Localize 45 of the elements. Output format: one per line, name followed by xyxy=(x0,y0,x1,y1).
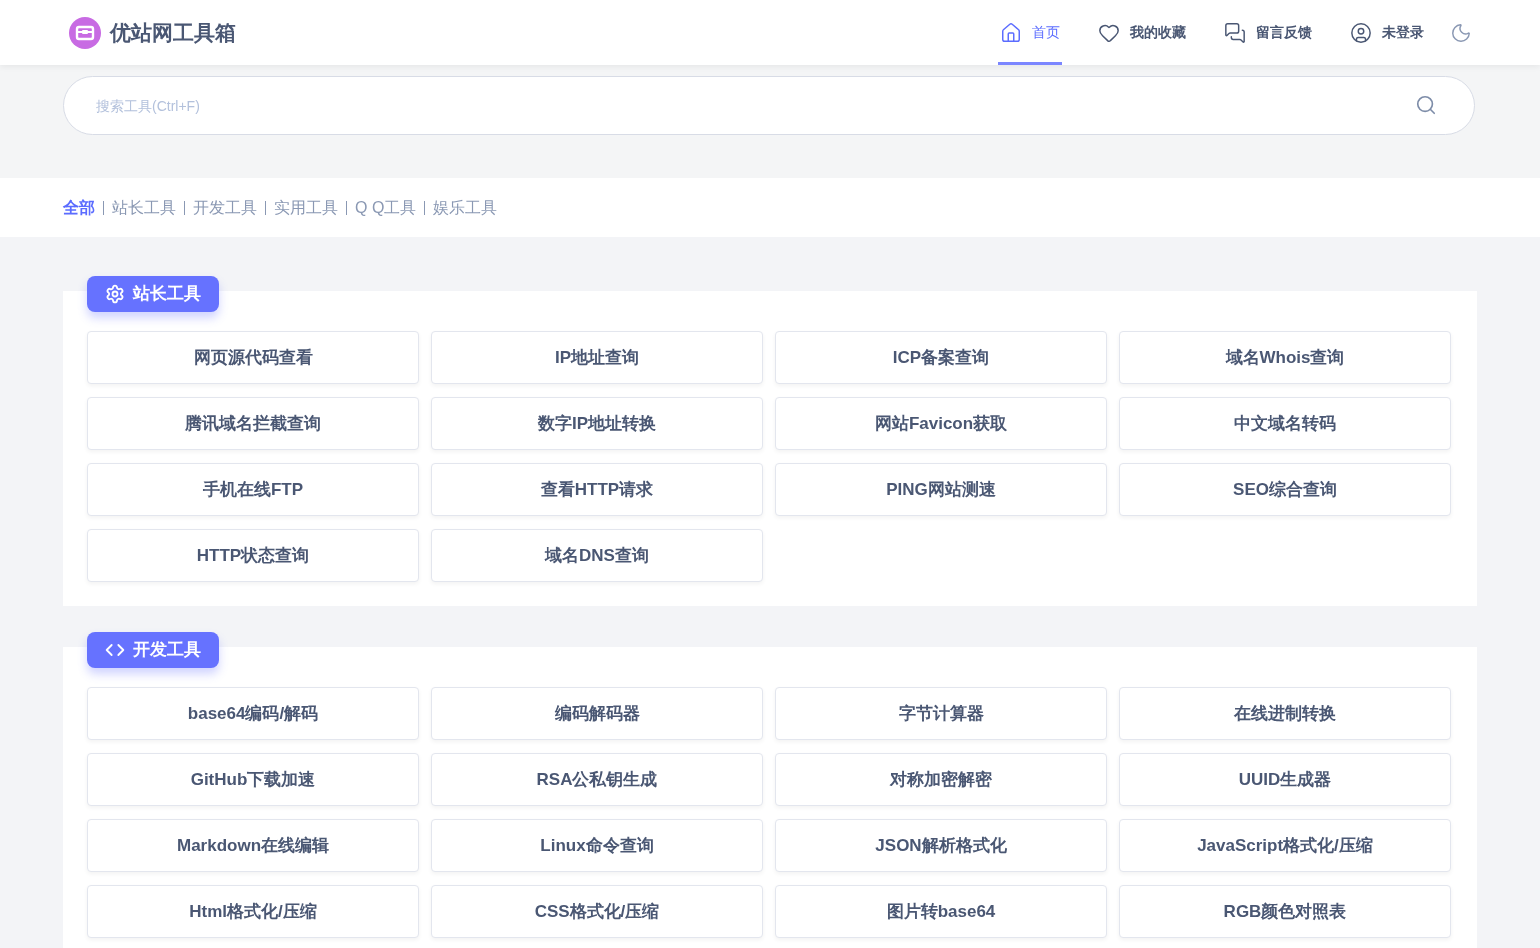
tool-button[interactable]: 查看HTTP请求 xyxy=(431,463,763,516)
settings-icon xyxy=(105,284,125,304)
tool-button[interactable]: 中文域名转码 xyxy=(1119,397,1451,450)
tool-button[interactable]: 网站Favicon获取 xyxy=(775,397,1107,450)
section-title: 站长工具 xyxy=(133,283,201,306)
tool-button[interactable]: 字节计算器 xyxy=(775,687,1107,740)
tool-button[interactable]: base64编码/解码 xyxy=(87,687,419,740)
search-icon[interactable] xyxy=(1415,94,1437,116)
tool-button[interactable]: PING网站测速 xyxy=(775,463,1107,516)
tool-button[interactable]: 腾讯域名拦截查询 xyxy=(87,397,419,450)
tool-button[interactable]: 图片转base64 xyxy=(775,885,1107,938)
home-icon xyxy=(1000,21,1022,44)
dark-mode-toggle-icon[interactable] xyxy=(1450,21,1472,44)
tool-button[interactable]: 编码解码器 xyxy=(431,687,763,740)
tool-button[interactable]: RGB颜色对照表 xyxy=(1119,885,1451,938)
tool-button[interactable]: 在线进制转换 xyxy=(1119,687,1451,740)
tool-button[interactable]: JSON解析格式化 xyxy=(775,819,1107,872)
tool-button[interactable]: HTTP状态查询 xyxy=(87,529,419,582)
tool-button[interactable]: UUID生成器 xyxy=(1119,753,1451,806)
nav-link[interactable]: 未登录 xyxy=(1348,0,1426,65)
category-link[interactable]: 全部 xyxy=(63,195,95,220)
tool-button[interactable]: 手机在线FTP xyxy=(87,463,419,516)
chat-bubbles-icon xyxy=(1224,21,1246,44)
tool-button[interactable]: Html格式化/压缩 xyxy=(87,885,419,938)
tool-button[interactable]: 域名Whois查询 xyxy=(1119,331,1451,384)
tool-button[interactable]: IP地址查询 xyxy=(431,331,763,384)
section-title: 开发工具 xyxy=(133,639,201,662)
tool-button[interactable]: ICP备案查询 xyxy=(775,331,1107,384)
tool-button[interactable]: CSS格式化/压缩 xyxy=(431,885,763,938)
tool-button[interactable]: SEO综合查询 xyxy=(1119,463,1451,516)
search-field[interactable]: 搜索工具(Ctrl+F) xyxy=(63,76,1475,135)
tool-button[interactable]: 数字IP地址转换 xyxy=(431,397,763,450)
tool-button[interactable]: 域名DNS查询 xyxy=(431,529,763,582)
nav-link[interactable]: 留言反馈 xyxy=(1222,0,1314,65)
tool-button[interactable]: Markdown在线编辑 xyxy=(87,819,419,872)
tool-button[interactable]: 对称加密解密 xyxy=(775,753,1107,806)
tool-button[interactable]: JavaScript格式化/压缩 xyxy=(1119,819,1451,872)
nav-link[interactable]: 我的收藏 xyxy=(1096,0,1188,65)
tool-button[interactable]: GitHub下载加速 xyxy=(87,753,419,806)
site-title: 优站网工具箱 xyxy=(110,19,236,46)
user-icon xyxy=(1350,21,1372,44)
toolbox-logo-icon xyxy=(68,15,102,50)
tool-button[interactable]: Linux命令查询 xyxy=(431,819,763,872)
tool-button[interactable]: RSA公私钥生成 xyxy=(431,753,763,806)
tool-button[interactable]: 网页源代码查看 xyxy=(87,331,419,384)
